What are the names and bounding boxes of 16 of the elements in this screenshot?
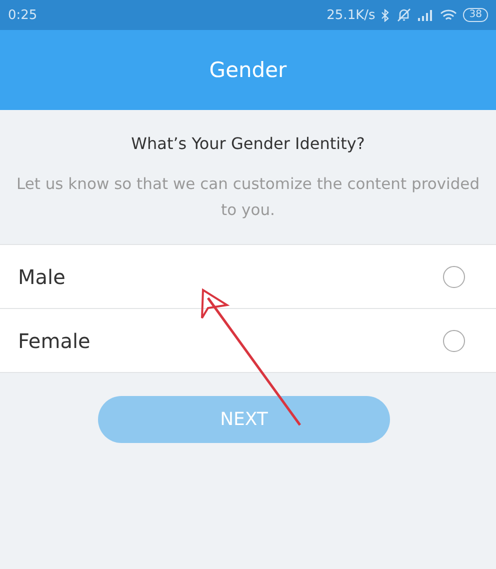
muted-bell-icon xyxy=(396,8,412,22)
status-time: 0:25 xyxy=(8,8,38,22)
option-label: Female xyxy=(18,328,90,352)
bluetooth-icon xyxy=(381,8,390,22)
signal-icon xyxy=(418,10,434,20)
radio-button[interactable] xyxy=(443,266,465,288)
page-title: Gender xyxy=(209,58,287,82)
radio-button[interactable] xyxy=(443,330,465,352)
question-title: What’s Your Gender Identity? xyxy=(130,134,366,153)
gender-option[interactable]: Female xyxy=(0,308,496,372)
question-description: Let us know so that we can customize the content provided to you. xyxy=(16,174,480,221)
battery-indicator: 38 xyxy=(463,8,488,22)
network-speed: 25.1K/s xyxy=(326,8,376,22)
wifi-icon xyxy=(440,8,458,22)
gender-option[interactable]: Male xyxy=(0,245,496,308)
option-label: Male xyxy=(18,264,66,288)
